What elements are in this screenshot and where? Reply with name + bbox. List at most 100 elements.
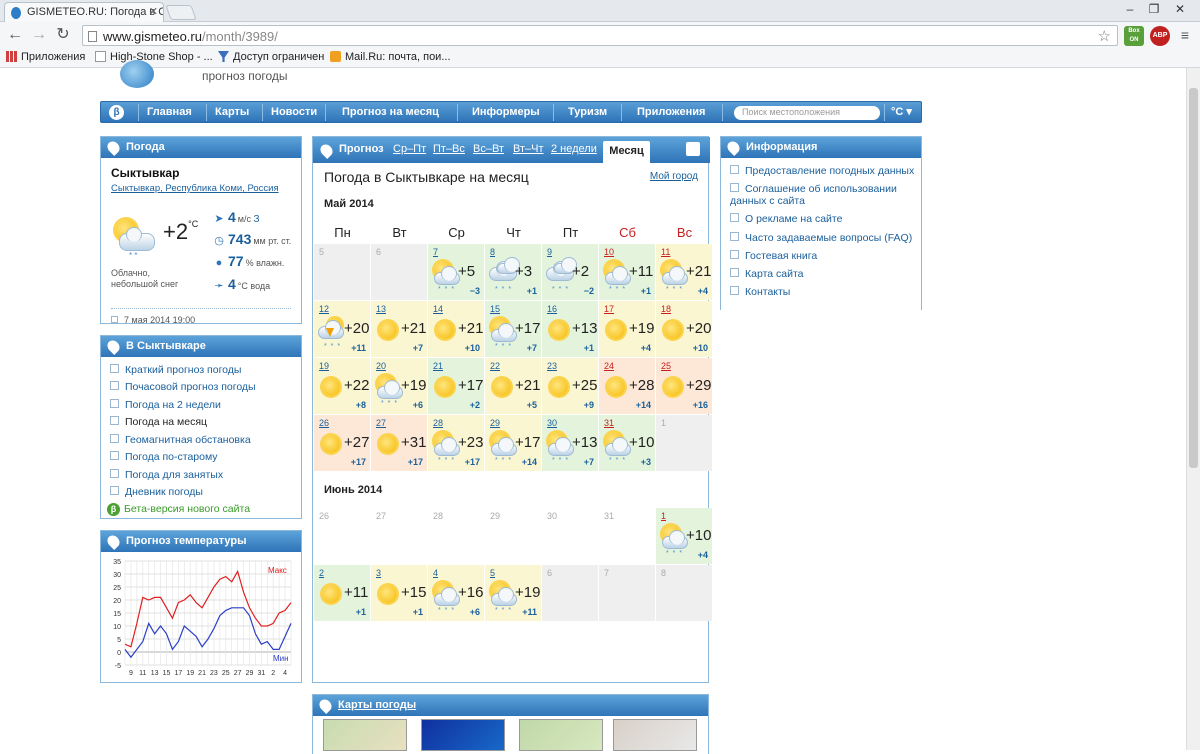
link-for-busy[interactable]: Погода для занятых — [110, 469, 223, 481]
my-city-link[interactable]: Мой город — [650, 171, 698, 182]
calendar-day-cell[interactable]: 14 +21 +10 — [428, 301, 484, 357]
calendar-day-cell[interactable]: 25 +29 +16 — [656, 358, 712, 414]
tab-month[interactable]: Месяц — [603, 141, 650, 163]
browser-tab[interactable]: GISMETEO.RU: Погода в С ✕ — [4, 2, 164, 22]
close-tab-icon[interactable]: ✕ — [149, 5, 158, 18]
nav-informers[interactable]: Информеры — [472, 106, 540, 118]
print-icon[interactable] — [686, 142, 700, 156]
tab-fri-sun[interactable]: Пт–Вс — [433, 143, 465, 155]
unit-selector[interactable]: °C ▾ — [891, 105, 912, 118]
restore-icon[interactable]: ❐ — [1142, 2, 1166, 18]
calendar-day-cell[interactable]: 27 +31 +17 — [371, 415, 427, 471]
map-thumbnail[interactable] — [519, 719, 603, 751]
calendar-day-cell[interactable]: 24 +28 +14 — [599, 358, 655, 414]
address-bar[interactable]: www.gismeteo.ru/month/3989/ ☆ — [82, 25, 1118, 46]
calendar-day-cell[interactable]: 30 +13 * * * +7 — [542, 415, 598, 471]
day-number[interactable]: 28 — [433, 418, 443, 428]
day-number[interactable]: 31 — [604, 418, 614, 428]
day-number[interactable]: 22 — [490, 361, 500, 371]
link-sitemap[interactable]: Карта сайта — [730, 268, 804, 280]
bookmark-access-denied[interactable]: Доступ ограничен — [218, 51, 324, 63]
nav-news[interactable]: Новости — [271, 106, 317, 118]
beta-icon[interactable]: β — [109, 105, 124, 120]
region-link-republic[interactable]: Республика Коми — [165, 183, 242, 194]
link-two-weeks[interactable]: Погода на 2 недели — [110, 399, 221, 411]
link-short-forecast[interactable]: Краткий прогноз погоды — [110, 364, 241, 376]
nav-apps[interactable]: Приложения — [637, 106, 705, 118]
day-number[interactable]: 23 — [547, 361, 557, 371]
bookmark-high-stone[interactable]: High-Stone Shop - ... — [95, 51, 213, 63]
calendar-day-cell[interactable]: 17 +19 +4 — [599, 301, 655, 357]
reload-icon[interactable]: ↻ — [54, 26, 72, 44]
calendar-day-cell[interactable]: 11 +21 * * * +4 — [656, 244, 712, 300]
calendar-day-cell[interactable]: 16 +13 +1 — [542, 301, 598, 357]
day-number[interactable]: 18 — [661, 304, 671, 314]
day-number[interactable]: 17 — [604, 304, 614, 314]
link-data-provision[interactable]: Предоставление погодных данных — [730, 165, 914, 177]
day-number[interactable]: 2 — [319, 568, 324, 578]
calendar-day-cell[interactable]: 3 +15 +1 — [371, 565, 427, 621]
link-contacts[interactable]: Контакты — [730, 286, 790, 298]
day-number[interactable]: 29 — [490, 418, 500, 428]
day-number[interactable]: 27 — [376, 418, 386, 428]
menu-icon[interactable]: ≡ — [1176, 26, 1194, 44]
day-number[interactable]: 3 — [376, 568, 381, 578]
nav-month-forecast[interactable]: Прогноз на месяц — [342, 106, 439, 118]
calendar-day-cell[interactable]: 20 +19 * * * +6 — [371, 358, 427, 414]
link-beta-site[interactable]: β Бета-версия нового сайта — [107, 503, 250, 516]
region-link-city[interactable]: Сыктывкар — [111, 183, 160, 194]
link-usage-agreement[interactable]: Соглашение об использовании данных с сай… — [730, 183, 910, 207]
tab-tue-thu[interactable]: Вт–Чт — [513, 143, 544, 155]
day-number[interactable]: 1 — [661, 511, 666, 521]
calendar-day-cell[interactable]: 7 +5 * * * −3 — [428, 244, 484, 300]
day-number[interactable]: 4 — [433, 568, 438, 578]
scrollbar-thumb[interactable] — [1189, 88, 1198, 468]
box-extension-icon[interactable]: Box ON — [1124, 26, 1144, 46]
map-thumbnail[interactable] — [323, 719, 407, 751]
calendar-day-cell[interactable]: 9 +2 * * * −2 — [542, 244, 598, 300]
calendar-day-cell[interactable]: 31 +10 * * * +3 — [599, 415, 655, 471]
page-scrollbar[interactable] — [1186, 68, 1200, 750]
calendar-day-cell[interactable]: 8 +3 * * * +1 — [485, 244, 541, 300]
day-number[interactable]: 13 — [376, 304, 386, 314]
day-number[interactable]: 26 — [319, 418, 329, 428]
calendar-day-cell[interactable]: 4 +16 * * * +6 — [428, 565, 484, 621]
calendar-day-cell[interactable]: 5 +19 * * * +11 — [485, 565, 541, 621]
adblock-extension-icon[interactable]: ABP — [1150, 26, 1170, 46]
tab-two-weeks[interactable]: 2 недели — [551, 143, 597, 155]
day-number[interactable]: 24 — [604, 361, 614, 371]
calendar-day-cell[interactable]: 13 +21 +7 — [371, 301, 427, 357]
bookmark-mailru[interactable]: Mail.Ru: почта, пои... — [330, 51, 451, 63]
link-faq[interactable]: Часто задаваемые вопросы (FAQ) — [730, 232, 912, 244]
day-number[interactable]: 21 — [433, 361, 443, 371]
map-thumbnail[interactable] — [613, 719, 697, 751]
calendar-day-cell[interactable]: 28 +23 * * * +17 — [428, 415, 484, 471]
map-thumbnail[interactable] — [421, 719, 505, 751]
calendar-day-cell[interactable]: 12 +20 * * * +11 — [314, 301, 370, 357]
calendar-day-cell[interactable]: 18 +20 +10 — [656, 301, 712, 357]
calendar-day-cell[interactable]: 22 +21 +5 — [485, 358, 541, 414]
day-number[interactable]: 5 — [490, 568, 495, 578]
calendar-day-cell[interactable]: 29 +17 * * * +14 — [485, 415, 541, 471]
close-window-icon[interactable]: ✕ — [1168, 2, 1192, 18]
day-number[interactable]: 14 — [433, 304, 443, 314]
calendar-day-cell[interactable]: 21 +17 +2 — [428, 358, 484, 414]
calendar-day-cell[interactable]: 23 +25 +9 — [542, 358, 598, 414]
day-number[interactable]: 8 — [490, 247, 495, 257]
nav-tourism[interactable]: Туризм — [568, 106, 607, 118]
link-hourly-forecast[interactable]: Почасовой прогноз погоды — [110, 381, 256, 393]
day-number[interactable]: 9 — [547, 247, 552, 257]
back-icon[interactable]: ← — [6, 26, 24, 44]
nav-maps[interactable]: Карты — [215, 106, 249, 118]
link-old-style[interactable]: Погода по-старому — [110, 451, 218, 463]
day-number[interactable]: 10 — [604, 247, 614, 257]
day-number[interactable]: 30 — [547, 418, 557, 428]
day-number[interactable]: 11 — [661, 247, 670, 257]
link-advertising[interactable]: О рекламе на сайте — [730, 213, 842, 225]
day-number[interactable]: 15 — [490, 304, 500, 314]
calendar-day-cell[interactable]: 19 +22 +8 — [314, 358, 370, 414]
location-search-input[interactable]: Поиск местоположения — [734, 106, 880, 120]
site-logo[interactable]: прогноз погоды — [100, 60, 922, 98]
day-number[interactable]: 7 — [433, 247, 438, 257]
day-number[interactable]: 16 — [547, 304, 557, 314]
